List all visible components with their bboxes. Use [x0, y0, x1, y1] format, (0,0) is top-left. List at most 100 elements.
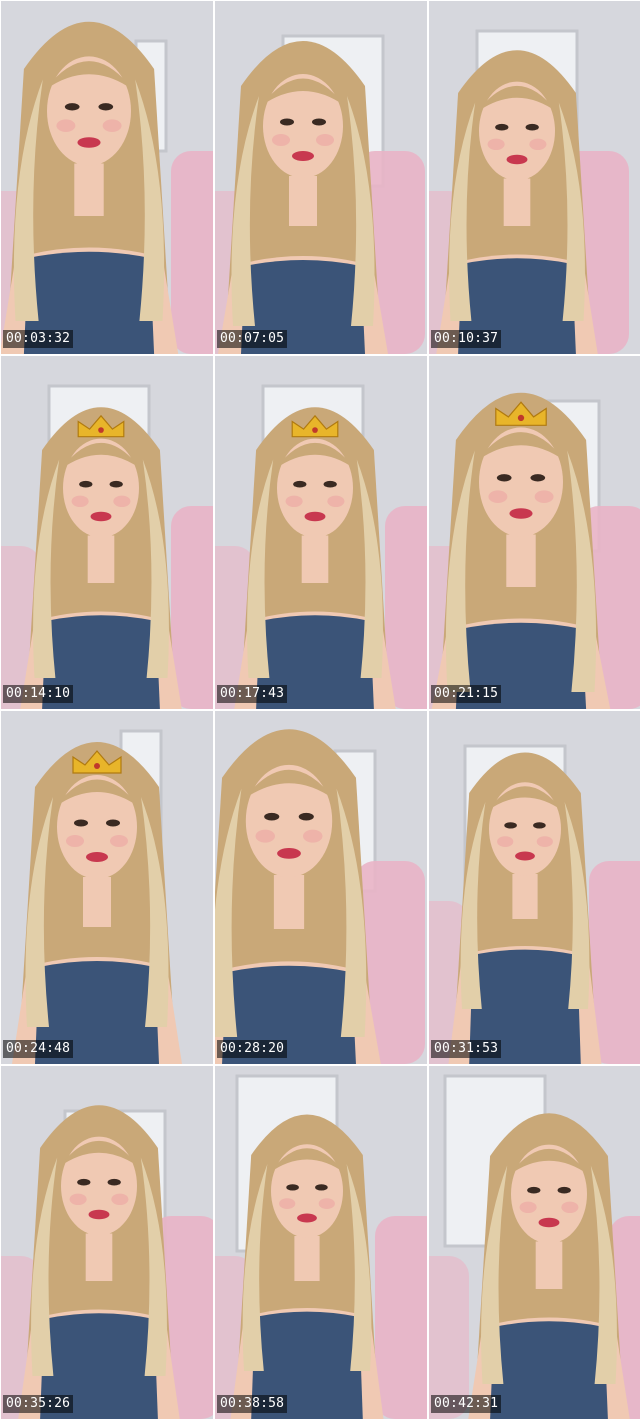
lips [86, 852, 108, 862]
timestamp-label: 00:28:20 [217, 1040, 288, 1058]
blush [497, 836, 514, 847]
lips [277, 848, 301, 859]
timestamp-label: 00:17:43 [217, 685, 288, 703]
blush [279, 1198, 296, 1209]
eye [286, 1184, 299, 1191]
blush [102, 119, 122, 132]
blush [316, 134, 334, 146]
eye [280, 118, 294, 126]
crown-gem [94, 763, 100, 769]
eye [79, 480, 93, 488]
blush [318, 1198, 335, 1209]
eye [504, 822, 517, 829]
gaming-chair [385, 506, 427, 709]
thumbnail-image [215, 711, 427, 1064]
timestamp-label: 00:10:37 [431, 330, 502, 348]
eye [527, 1186, 541, 1194]
blush [110, 835, 128, 847]
blush [519, 1201, 537, 1213]
neck [74, 163, 104, 216]
gaming-chair [171, 151, 213, 354]
video-thumbnail[interactable]: 00:07:05 [215, 1, 427, 354]
thumbnail-image [1, 1, 213, 354]
blush [488, 490, 508, 503]
crown-gem [98, 427, 104, 433]
video-thumbnail[interactable]: 00:28:20 [215, 711, 427, 1064]
eye [533, 822, 546, 829]
timestamp-label: 00:21:15 [431, 685, 502, 703]
neck [535, 1241, 563, 1289]
blush [327, 495, 345, 507]
blush [561, 1201, 579, 1213]
timestamp-label: 00:07:05 [217, 330, 288, 348]
thumbnail-image [1, 356, 213, 709]
thumbnail-image [429, 711, 640, 1064]
video-thumbnail[interactable]: 00:14:10 [1, 356, 213, 709]
eye [312, 118, 326, 126]
neck [85, 1233, 113, 1281]
blush [71, 495, 89, 507]
timestamp-label: 00:35:26 [3, 1395, 74, 1413]
video-thumbnail[interactable]: 00:35:26 [1, 1066, 213, 1419]
eye [64, 103, 80, 111]
video-thumbnail[interactable]: 00:03:32 [1, 1, 213, 354]
video-thumbnail[interactable]: 00:21:15 [429, 356, 640, 709]
blush [487, 138, 505, 150]
lips [292, 151, 314, 161]
denim-top [490, 1321, 608, 1419]
eye [496, 474, 512, 482]
eye [98, 103, 114, 111]
neck [512, 874, 538, 919]
blush [69, 1193, 87, 1205]
video-thumbnail[interactable]: 00:42:31 [429, 1066, 640, 1419]
video-thumbnail[interactable]: 00:10:37 [429, 1, 640, 354]
timestamp-label: 00:31:53 [431, 1040, 502, 1058]
eye [323, 480, 337, 488]
lips [509, 508, 533, 519]
blush [534, 490, 554, 503]
neck [503, 178, 531, 226]
video-thumbnail[interactable]: 00:31:53 [429, 711, 640, 1064]
blush [255, 829, 275, 843]
lips [538, 1217, 560, 1228]
neck [294, 1236, 320, 1281]
neck [506, 534, 536, 587]
thumbnail-image [215, 356, 427, 709]
crown-gem [312, 427, 318, 433]
lips [77, 137, 101, 148]
video-thumbnail[interactable]: 00:38:58 [215, 1066, 427, 1419]
blush [113, 495, 131, 507]
eye [107, 1178, 121, 1186]
eye [298, 812, 314, 821]
neck [289, 176, 317, 226]
lips [88, 1209, 110, 1220]
eye [106, 819, 120, 827]
eye [530, 474, 546, 482]
gaming-chair [375, 1216, 427, 1419]
neck [87, 535, 115, 583]
eye [315, 1184, 328, 1191]
lips [515, 851, 535, 861]
timestamp-label: 00:42:31 [431, 1395, 502, 1413]
eye [525, 123, 539, 131]
eye [293, 480, 307, 488]
video-thumbnail[interactable]: 00:17:43 [215, 356, 427, 709]
lips [304, 511, 326, 522]
neck [83, 877, 111, 927]
eye [557, 1186, 571, 1194]
thumbnail-image [429, 1, 640, 354]
blush [303, 829, 323, 843]
lips [90, 511, 112, 522]
timestamp-label: 00:24:48 [3, 1040, 74, 1058]
blush [536, 836, 553, 847]
video-thumbnail[interactable]: 00:24:48 [1, 711, 213, 1064]
eye [77, 1178, 91, 1186]
thumbnail-image [429, 1066, 640, 1419]
thumbnail-image [215, 1, 427, 354]
lips [506, 154, 528, 165]
timestamp-label: 00:03:32 [3, 330, 74, 348]
eye [74, 819, 88, 827]
thumbnail-image [215, 1066, 427, 1419]
thumbnail-image [1, 711, 213, 1064]
eye [109, 480, 123, 488]
